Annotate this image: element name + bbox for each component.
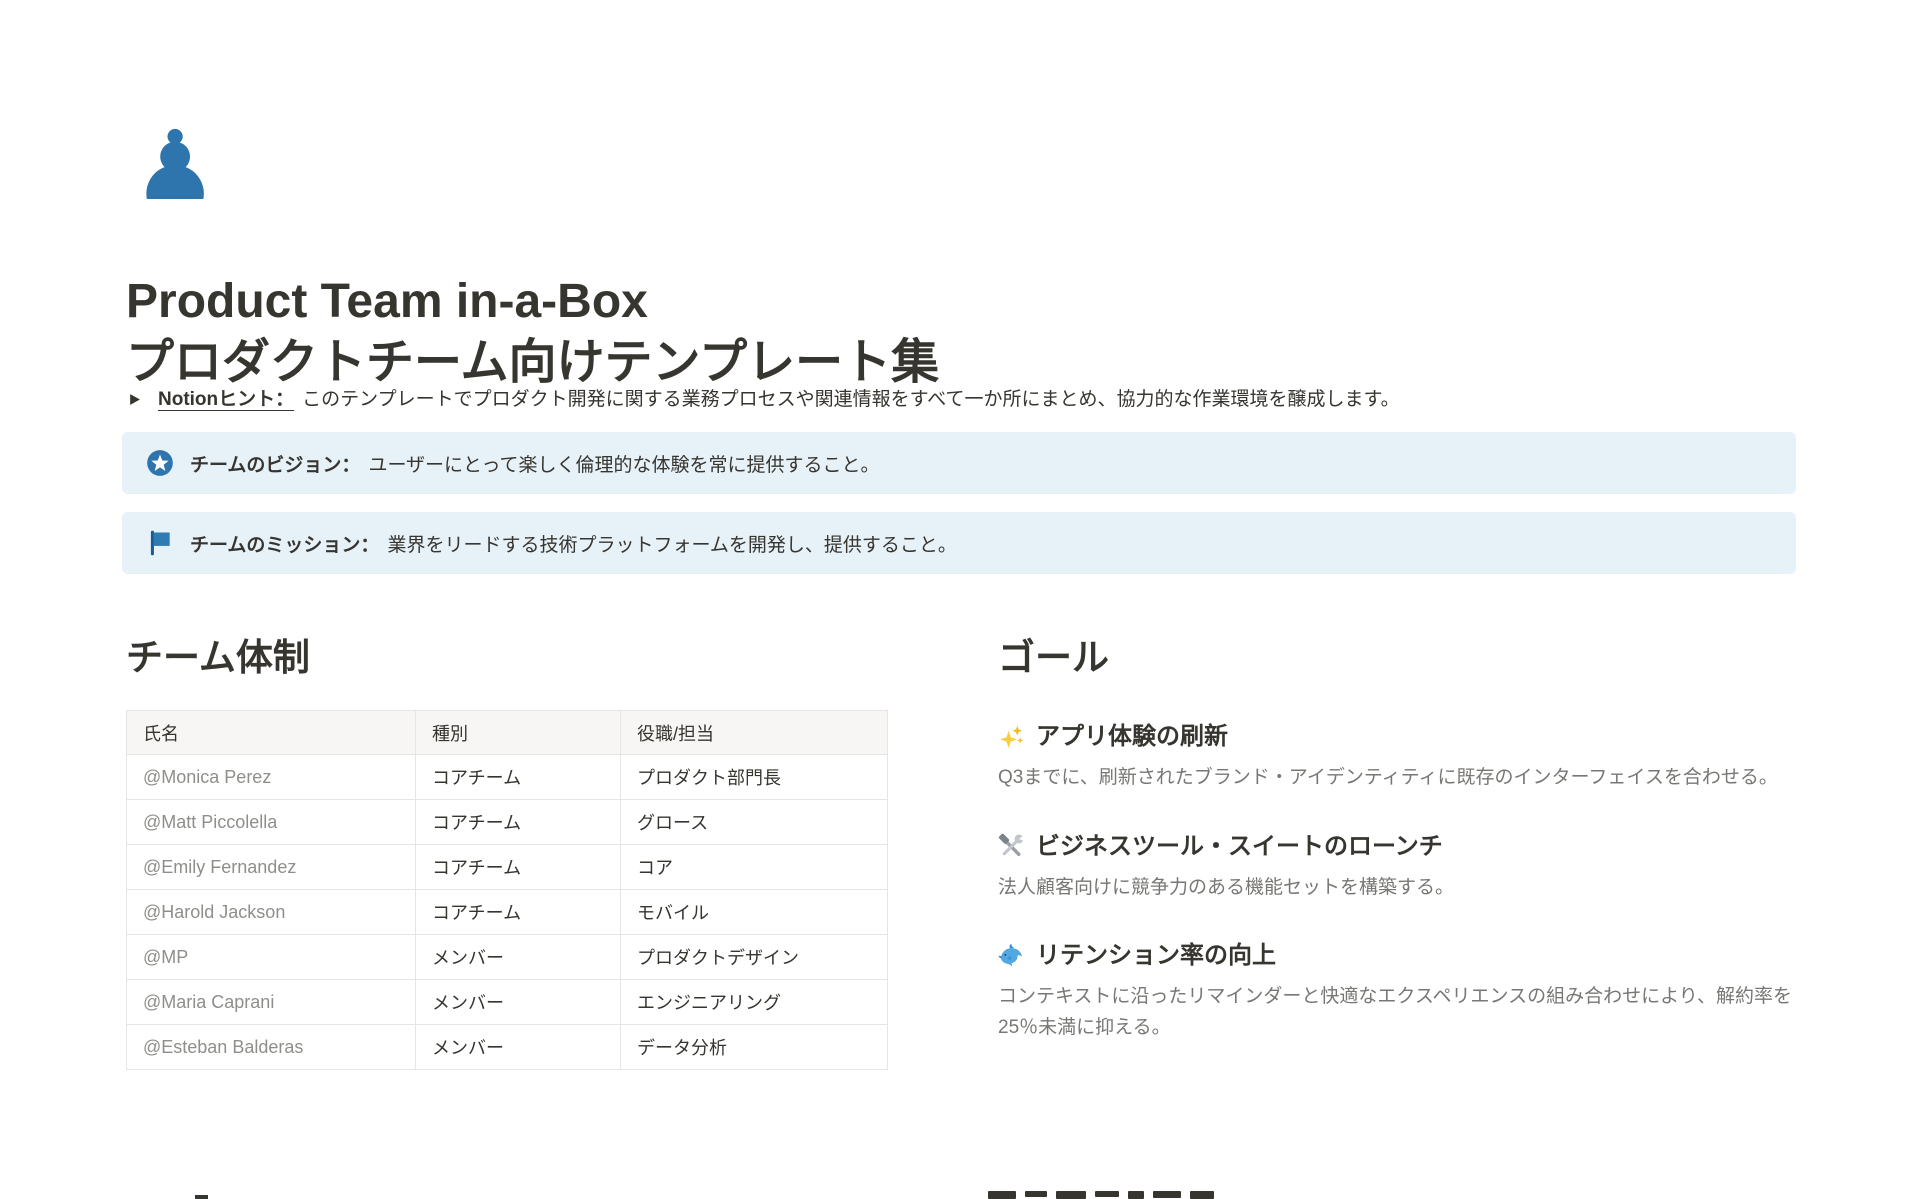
table-row: @Monica Perez コアチーム プロダクト部門長 <box>127 755 888 800</box>
person-mention[interactable]: @Matt Piccolella <box>143 812 277 832</box>
type-cell: コアチーム <box>416 755 621 800</box>
col-header-name: 氏名 <box>127 711 416 755</box>
goal-item: リテンション率の向上 コンテキストに沿ったリマインダーと快適なエクスペリエンスの… <box>998 941 1794 1043</box>
goal-item: ビジネスツール・スイートのローンチ 法人顧客向けに競争力のある機能セットを構築す… <box>998 832 1794 903</box>
role-cell: プロダクトデザイン <box>621 935 888 980</box>
mission-callout: チームのミッション： 業界をリードする技術プラットフォームを開発し、提供すること… <box>122 512 1796 574</box>
person-mention[interactable]: @Emily Fernandez <box>143 857 296 877</box>
hint-text: このテンプレートでプロダクト開発に関する業務プロセスや関連情報をすべて一か所にま… <box>302 386 1399 413</box>
goal-title: アプリ体験の刷新 <box>1036 722 1228 752</box>
role-cell: モバイル <box>621 890 888 935</box>
goal-title-row: ビジネスツール・スイートのローンチ <box>998 832 1794 862</box>
type-cell: メンバー <box>416 935 621 980</box>
person-mention[interactable]: @Maria Caprani <box>143 992 274 1012</box>
table-row: @Matt Piccolella コアチーム グロース <box>127 800 888 845</box>
goal-title: ビジネスツール・スイートのローンチ <box>1036 832 1443 862</box>
star-circle-icon <box>146 449 174 477</box>
goals-column: ゴール アプリ体験の刷新 Q3までに、刷新されたブランド・アイデンティティに既存… <box>998 636 1794 1070</box>
table-row: @Harold Jackson コアチーム モバイル <box>127 890 888 935</box>
notion-page: ♟ Product Team in-a-Box プロダクトチーム向けテンプレート… <box>0 0 1920 1199</box>
role-cell: グロース <box>621 800 888 845</box>
dolphin-icon <box>998 943 1025 970</box>
type-cell: メンバー <box>416 1025 621 1070</box>
sparkles-icon <box>998 724 1025 751</box>
person-mention[interactable]: @Esteban Balderas <box>143 1037 303 1057</box>
clipped-heading-fragment <box>988 1191 1214 1199</box>
table-header-row: 氏名 種別 役職/担当 <box>127 711 888 755</box>
type-cell: コアチーム <box>416 800 621 845</box>
toggle-triangle-icon[interactable] <box>128 387 158 413</box>
person-mention[interactable]: @MP <box>143 947 188 967</box>
blue-flag-icon <box>146 529 174 557</box>
chess-pawn-icon[interactable]: ♟ <box>132 118 218 214</box>
goal-description: Q3までに、刷新されたブランド・アイデンティティに既存のインターフェイスを合わせ… <box>998 763 1794 793</box>
person-mention[interactable]: @Harold Jackson <box>143 902 285 922</box>
vision-text: ユーザーにとって楽しく倫理的な体験を常に提供すること。 <box>368 450 879 477</box>
mission-text: 業界をリードする技術プラットフォームを開発し、提供すること。 <box>387 530 956 557</box>
col-header-role: 役職/担当 <box>621 711 888 755</box>
hint-label[interactable]: Notionヒント： <box>158 386 294 413</box>
type-cell: コアチーム <box>416 845 621 890</box>
vision-label: チームのビジョン： <box>190 450 360 477</box>
table-row: @Emily Fernandez コアチーム コア <box>127 845 888 890</box>
goal-item: アプリ体験の刷新 Q3までに、刷新されたブランド・アイデンティティに既存のインタ… <box>998 722 1794 793</box>
role-cell: エンジニアリング <box>621 980 888 1025</box>
team-column: チーム体制 氏名 種別 役職/担当 @Monica Perez コアチーム プロ… <box>126 636 922 1070</box>
team-heading: チーム体制 <box>126 636 922 680</box>
goal-title-row: リテンション率の向上 <box>998 941 1794 971</box>
columns-area: チーム体制 氏名 種別 役職/担当 @Monica Perez コアチーム プロ… <box>126 636 1794 1070</box>
goals-heading: ゴール <box>998 636 1794 680</box>
table-row: @MP メンバー プロダクトデザイン <box>127 935 888 980</box>
role-cell: プロダクト部門長 <box>621 755 888 800</box>
col-header-type: 種別 <box>416 711 621 755</box>
hint-toggle-block: Notionヒント： このテンプレートでプロダクト開発に関する業務プロセスや関連… <box>128 386 1688 413</box>
page-title: Product Team in-a-Box プロダクトチーム向けテンプレート集 <box>126 272 939 394</box>
page-title-line2: プロダクトチーム向けテンプレート集 <box>126 333 939 394</box>
role-cell: コア <box>621 845 888 890</box>
page-title-line1: Product Team in-a-Box <box>126 272 939 333</box>
hammer-wrench-icon <box>998 833 1025 860</box>
clipped-heading-fragment <box>195 1195 208 1199</box>
goal-title: リテンション率の向上 <box>1036 941 1276 971</box>
vision-callout: チームのビジョン： ユーザーにとって楽しく倫理的な体験を常に提供すること。 <box>122 432 1796 494</box>
table-row: @Esteban Balderas メンバー データ分析 <box>127 1025 888 1070</box>
mission-label: チームのミッション： <box>190 530 379 557</box>
goal-description: コンテキストに沿ったリマインダーと快適なエクスペリエンスの組み合わせにより、解約… <box>998 982 1794 1043</box>
person-mention[interactable]: @Monica Perez <box>143 767 271 787</box>
role-cell: データ分析 <box>621 1025 888 1070</box>
table-row: @Maria Caprani メンバー エンジニアリング <box>127 980 888 1025</box>
goal-description: 法人顧客向けに競争力のある機能セットを構築する。 <box>998 873 1794 903</box>
type-cell: コアチーム <box>416 890 621 935</box>
type-cell: メンバー <box>416 980 621 1025</box>
team-table: 氏名 種別 役職/担当 @Monica Perez コアチーム プロダクト部門長… <box>126 710 888 1070</box>
goal-title-row: アプリ体験の刷新 <box>998 722 1794 752</box>
